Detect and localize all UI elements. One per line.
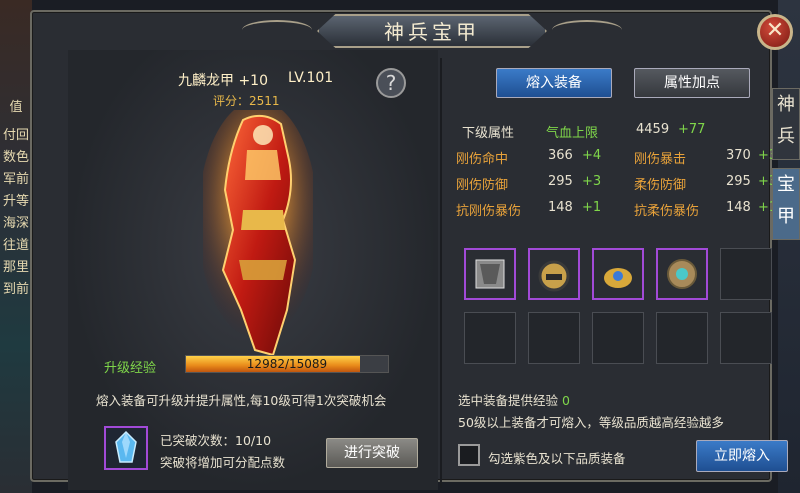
gauntlet-icon [475,259,505,289]
fuse-panel: 熔入装备 属性加点 下级属性 气血上限 4459 +77 刚伤命中 366 +4… [446,50,796,490]
attr-row3-left-name: 抗刚伤暴伤 [456,204,522,219]
select-purple-checkbox[interactable] [458,444,480,466]
bg-text-6: 海深 [2,216,29,231]
side-tab-armor-label-2: 甲 [777,206,795,227]
attr-row1-left-value: 366 [548,148,573,163]
attr-row1-left-add: +4 [582,148,602,163]
side-tab-weapon-label-2: 兵 [777,126,795,147]
exp-provide-label: 选中装备提供经验 [458,393,559,408]
breakthrough-gem-slot[interactable] [104,426,148,470]
breakthrough-count: 已突破次数：10/10 [160,433,272,448]
equipment-window: 九麟龙甲 +10 LV.101 评分：2511 ? 升级经验 12982/150… [30,10,788,490]
bg-text-4: 军前 [2,172,29,187]
bg-text-7: 往道 [2,238,29,253]
attr-row2-right-name: 柔伤防御 [634,178,687,193]
background-left-edge: 值 付回 数色 军前 升等 海深 往道 那里 到前 [0,0,32,493]
attr-row2-left-value: 295 [548,174,573,189]
attr-row3-left-add: +1 [582,200,602,215]
bg-text-9: 到前 [2,282,29,297]
attr-row2-right-value: 295 [726,174,751,189]
attr-row1-right-name: 刚伤暴击 [634,152,687,167]
equipment-slot-grid [464,248,784,378]
attr-row1-right-value: 370 [726,148,751,163]
attr-row2-left-add: +3 [582,174,602,189]
attr-row1-left-name: 刚伤命中 [456,152,509,167]
bg-text-5: 升等 [2,194,29,209]
breakthrough-note: 突破将增加可分配点数 [160,455,286,470]
armor-artwork [203,110,313,357]
equipment-slot-7[interactable] [528,312,580,364]
tab-fuse-equipment[interactable]: 熔入装备 [496,68,612,98]
side-tab-weapon[interactable]: 神 兵 [772,88,800,160]
item-name: 九麟龙甲 +10 [178,73,268,89]
equipment-slot-8[interactable] [592,312,644,364]
bg-text-2: 付回 [2,128,29,143]
close-button[interactable]: ✕ [757,14,793,50]
tab-attribute-points[interactable]: 属性加点 [634,68,750,98]
breakthrough-button[interactable]: 进行突破 [326,438,418,468]
attributes-header: 下级属性 [462,126,515,141]
equipment-slot-1[interactable] [464,248,516,300]
equipment-slot-9[interactable] [656,312,708,364]
fuse-now-button[interactable]: 立即熔入 [696,440,788,472]
equipment-slot-6[interactable] [464,312,516,364]
window-title: 神兵宝甲 [384,20,480,44]
bg-text-8: 那里 [2,260,29,275]
item-level: LV.101 [288,70,334,86]
attr-row2-left-name: 刚伤防御 [456,178,509,193]
title-ornament-right [552,20,622,40]
bg-text-1: 值 [9,100,23,115]
attr-hp-name: 气血上限 [546,126,599,141]
exp-progress-bar: 12982/15089 [185,355,389,373]
exp-progress-text: 12982/15089 [246,357,328,371]
panel-divider [440,58,442,488]
equipment-slot-4[interactable] [656,248,708,300]
side-tab-weapon-label-1: 神 [777,94,795,115]
equipment-slot-3[interactable] [592,248,644,300]
title-ornament-left [242,20,312,40]
help-button[interactable]: ? [376,68,406,98]
item-detail-panel: 九麟龙甲 +10 LV.101 评分：2511 ? 升级经验 12982/150… [68,50,438,490]
item-score: 评分：2511 [213,94,280,108]
select-purple-label: 勾选紫色及以下品质装备 [488,451,626,466]
side-tab-armor[interactable]: 宝 甲 [772,168,800,240]
equipment-slot-2[interactable] [528,248,580,300]
side-tab-armor-label-1: 宝 [777,174,795,195]
attr-row3-right-name: 抗柔伤暴伤 [634,204,700,219]
next-level-attributes: 下级属性 气血上限 4459 +77 刚伤命中 366 +4 刚伤暴击 370 … [446,114,796,238]
fuse-rule-text: 50级以上装备才可熔入，等级品质越高经验越多 [458,415,724,430]
attr-hp-value: 4459 [636,122,670,137]
bracer-icon [667,259,697,289]
title-bar: 神兵宝甲 [232,12,632,48]
attr-row3-right-value: 148 [726,200,751,215]
fuse-info-text: 熔入装备可升级并提升属性,每10级可得1次突破机会 [96,393,387,408]
attr-hp-add: +77 [678,122,706,137]
exp-label: 升级经验 [104,361,157,376]
equipment-slot-10[interactable] [720,312,772,364]
exp-provide-value: 0 [562,393,570,408]
equipment-slot-5[interactable] [720,248,772,300]
helmet-icon [538,260,570,292]
selected-exp-provide: 选中装备提供经验 0 [458,390,570,409]
crystal-icon [115,430,137,463]
amulet-icon [604,268,632,288]
bg-text-3: 数色 [2,150,29,165]
attr-row3-left-value: 148 [548,200,573,215]
